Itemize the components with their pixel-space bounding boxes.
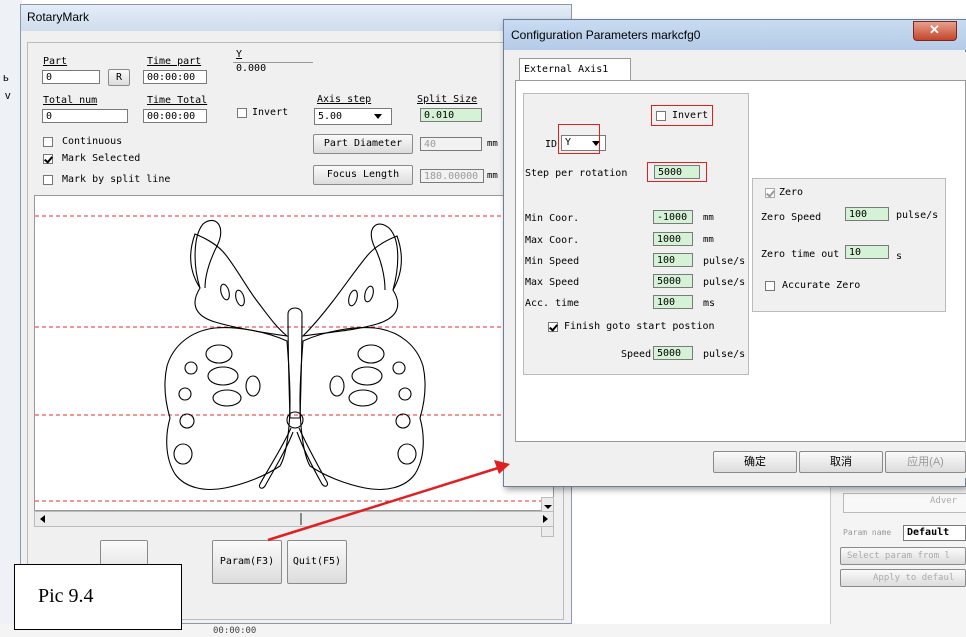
tab-label: External Axis1 bbox=[524, 64, 609, 75]
param-name-field[interactable]: Default bbox=[903, 525, 966, 541]
step-label: Step per rotation bbox=[525, 168, 628, 179]
quit-button[interactable]: Quit(F5) bbox=[287, 540, 347, 584]
mark-split-checkbox[interactable] bbox=[43, 175, 53, 185]
rotary-titlebar bbox=[21, 5, 571, 31]
part-field[interactable]: 0 bbox=[42, 70, 100, 84]
zero-timeout-field[interactable]: 10 bbox=[845, 245, 889, 259]
max-coor-unit: mm bbox=[703, 235, 714, 245]
part-diameter-unit: mm bbox=[487, 139, 498, 149]
rotary-title: RotaryMark bbox=[27, 10, 90, 24]
left-edge-glyph-2: v bbox=[5, 90, 11, 102]
invert-checkbox[interactable] bbox=[237, 108, 247, 118]
max-coor-label: Max Coor. bbox=[525, 235, 580, 246]
cancel-button[interactable]: 取消 bbox=[799, 451, 883, 473]
focus-length-unit: mm bbox=[487, 171, 498, 181]
scroll-right-icon[interactable] bbox=[543, 515, 548, 523]
reset-part-button[interactable]: R bbox=[108, 69, 130, 86]
split-lines bbox=[35, 215, 553, 502]
mark-selected-checkbox[interactable] bbox=[43, 154, 53, 164]
axis-step-label: Axis step bbox=[317, 94, 372, 105]
y-label: Y bbox=[236, 49, 243, 60]
y-underline bbox=[233, 62, 313, 63]
apply-default-button[interactable]: Apply to defaul bbox=[840, 569, 966, 587]
mark-split-label: Mark by split line bbox=[62, 174, 171, 185]
config-title: Configuration Parameters markcfg0 bbox=[511, 28, 701, 42]
caption-text: Pic 9.4 bbox=[38, 585, 94, 607]
time-part-label: Time part bbox=[147, 56, 202, 67]
continuous-checkbox[interactable] bbox=[43, 137, 53, 147]
param-button[interactable]: Param(F3) bbox=[212, 540, 282, 584]
total-num-field[interactable]: 0 bbox=[42, 109, 128, 123]
zero-speed-unit: pulse/s bbox=[896, 210, 939, 221]
bottom-time-text: 00:00:00 bbox=[213, 626, 257, 636]
y-field: 0.000 bbox=[236, 63, 267, 74]
part-diameter-button[interactable]: Part Diameter bbox=[313, 134, 413, 154]
total-num-label: Total num bbox=[43, 95, 98, 106]
continuous-label: Continuous bbox=[62, 136, 123, 147]
time-total-field: 00:00:00 bbox=[143, 109, 207, 123]
butterfly-drawing bbox=[164, 219, 426, 491]
invert-label: Invert bbox=[252, 107, 289, 118]
canvas-horizontal-scrollbar[interactable] bbox=[34, 511, 554, 527]
scroll-left-icon[interactable] bbox=[40, 515, 45, 523]
acc-field[interactable]: 100 bbox=[653, 295, 693, 309]
zero-speed-field[interactable]: 100 bbox=[845, 207, 889, 221]
min-speed-field[interactable]: 100 bbox=[653, 253, 693, 267]
canvas-svg bbox=[35, 215, 553, 502]
close-icon[interactable]: ✕ bbox=[929, 22, 940, 38]
select-param-button[interactable]: Select param from l bbox=[840, 547, 966, 565]
max-speed-field[interactable]: 5000 bbox=[653, 274, 693, 288]
invert-highlight bbox=[651, 105, 713, 126]
mark-selected-label: Mark Selected bbox=[62, 153, 141, 164]
focus-length-field[interactable]: 180.00000 bbox=[420, 169, 484, 183]
focus-length-button[interactable]: Focus Length bbox=[313, 165, 413, 185]
min-coor-unit: mm bbox=[703, 213, 714, 223]
min-speed-label: Min Speed bbox=[525, 256, 580, 267]
zero-speed-label: Zero Speed bbox=[761, 212, 822, 223]
part-diameter-field[interactable]: 40 bbox=[420, 137, 482, 151]
zero-checkbox[interactable] bbox=[765, 188, 775, 198]
id-label: ID bbox=[545, 139, 558, 150]
zero-timeout-unit: s bbox=[896, 251, 903, 262]
accurate-zero-checkbox[interactable] bbox=[765, 281, 775, 291]
min-coor-label: Min Coor. bbox=[525, 213, 580, 224]
chevron-down-icon[interactable] bbox=[374, 114, 382, 119]
adv-text: Adver bbox=[930, 496, 958, 506]
id-highlight bbox=[558, 124, 600, 154]
ok-button[interactable]: 确定 bbox=[713, 451, 797, 473]
acc-unit: ms bbox=[703, 298, 716, 309]
scroll-down-icon[interactable] bbox=[544, 505, 552, 509]
finish-goto-checkbox[interactable] bbox=[548, 322, 558, 332]
speed-unit: pulse/s bbox=[703, 349, 746, 360]
part-label: Part bbox=[43, 56, 68, 67]
finish-goto-label: Finish goto start postion bbox=[564, 321, 715, 332]
zero-label: Zero bbox=[779, 187, 804, 198]
max-coor-field[interactable]: 1000 bbox=[653, 232, 693, 246]
min-speed-unit: pulse/s bbox=[703, 256, 746, 267]
left-edge-strip bbox=[0, 0, 22, 637]
step-highlight bbox=[647, 162, 707, 182]
min-coor-field[interactable]: -1000 bbox=[653, 210, 693, 224]
param-name-label: Param name bbox=[843, 528, 892, 537]
split-size-label: Split Size bbox=[417, 94, 478, 105]
max-speed-label: Max Speed bbox=[525, 277, 580, 288]
time-part-field: 00:00:00 bbox=[143, 70, 207, 84]
drawing-canvas[interactable] bbox=[34, 195, 554, 511]
scroll-thumb[interactable] bbox=[300, 513, 302, 525]
accurate-zero-label: Accurate Zero bbox=[782, 280, 861, 291]
zero-timeout-label: Zero time out bbox=[761, 249, 840, 260]
speed-label: Speed bbox=[621, 349, 652, 360]
split-size-field[interactable]: 0.010 bbox=[420, 108, 482, 122]
axis-group-box bbox=[523, 93, 749, 375]
acc-label: Acc. time bbox=[525, 298, 580, 309]
max-speed-unit: pulse/s bbox=[703, 277, 746, 288]
speed-field[interactable]: 5000 bbox=[653, 346, 693, 360]
time-total-label: Time Total bbox=[147, 95, 208, 106]
apply-button[interactable]: 应用(A) bbox=[885, 451, 966, 473]
left-edge-glyph: ь bbox=[3, 72, 9, 84]
